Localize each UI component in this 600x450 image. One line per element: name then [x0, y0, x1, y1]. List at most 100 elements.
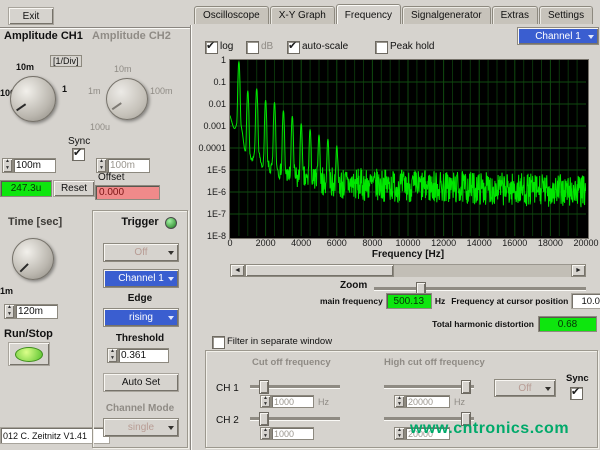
ch1-value-text: 100m: [13, 158, 56, 173]
ch1-cutoff-slider[interactable]: [250, 379, 340, 392]
offset-label: Offset: [98, 172, 125, 183]
x-axis-title: Frequency [Hz]: [230, 249, 586, 260]
thd-row: Total harmonic distortion 0.68: [432, 316, 597, 332]
amplitude-ch2-value[interactable]: ▲▼ 100m: [96, 158, 150, 173]
x-axis-tick-label: 8000: [352, 238, 392, 248]
amplitude-ch1-value[interactable]: ▲▼ 100m: [2, 158, 56, 173]
filter-separate-window-label: Filter in separate window: [227, 336, 332, 347]
ch1-cutoff-value[interactable]: ▲▼ 1000: [260, 395, 314, 408]
channel-mode-label: Channel Mode: [93, 403, 187, 414]
time-title: Time [sec]: [8, 216, 62, 228]
reset-button[interactable]: Reset: [53, 180, 95, 197]
channel-mode-dropdown[interactable]: single: [103, 418, 179, 437]
main-frequency-label: main frequency: [320, 296, 383, 306]
trigger-edge-dropdown[interactable]: rising: [103, 308, 179, 327]
main-frequency-unit: Hz: [435, 296, 445, 306]
x-axis-tick-label: 0: [210, 238, 250, 248]
scroll-left-arrow[interactable]: ◄: [230, 264, 245, 277]
run-stop-label: Run/Stop: [4, 328, 53, 340]
amplitude-ch2-knob[interactable]: [106, 78, 148, 120]
y-axis-tick-label: 1: [190, 55, 226, 65]
filter-mode-dropdown[interactable]: Off: [494, 379, 556, 397]
autoscale-checkbox[interactable]: [287, 41, 300, 54]
x-axis-tick-label: 16000: [495, 238, 535, 248]
tab-x-y-graph[interactable]: X-Y Graph: [270, 6, 335, 24]
spectrum-plot[interactable]: [230, 60, 586, 236]
amplitude-ch1-knob[interactable]: [10, 76, 56, 122]
threshold-value[interactable]: ▲▼ 0.361: [107, 348, 169, 363]
thd-field: 0.68: [538, 316, 597, 332]
time-knob[interactable]: [12, 238, 54, 280]
plot-scrollbar[interactable]: ◄ ►: [230, 264, 586, 277]
ch1-high-cutoff-text: 20000: [405, 395, 450, 408]
ch1-high-cutoff-slider[interactable]: [384, 379, 474, 392]
ch2-cutoff-slider-thumb[interactable]: [259, 412, 269, 426]
frequency-readout-row: main frequency 500.13 Hz Frequency at cu…: [320, 293, 598, 309]
edge-label: Edge: [93, 293, 187, 304]
x-axis-tick-label: 6000: [317, 238, 357, 248]
y-axis-tick-label: 0.1: [190, 77, 226, 87]
tab-signalgenerator[interactable]: Signalgenerator: [402, 6, 491, 24]
ch1-cutoff-text: 1000: [271, 395, 314, 408]
scrollbar-thumb[interactable]: [245, 264, 394, 277]
y-axis-tick-label: 0.0001: [190, 143, 226, 153]
auto-set-button[interactable]: Auto Set: [103, 373, 179, 392]
trigger-led: [165, 217, 177, 229]
y-axis-tick-label: 1E-6: [190, 187, 226, 197]
tab-oscilloscope[interactable]: Oscilloscope: [194, 6, 269, 24]
tab-frequency[interactable]: Frequency: [336, 4, 401, 24]
ch1-filter-label: CH 1: [216, 383, 239, 394]
x-axis-tick-label: 10000: [388, 238, 428, 248]
peak-hold-label: Peak hold: [390, 41, 434, 52]
y-axis-tick-label: 0.01: [190, 99, 226, 109]
exit-button[interactable]: Exit: [8, 7, 54, 25]
amplitude-ch2-title: Amplitude CH2: [92, 30, 171, 42]
trigger-source-dropdown[interactable]: Channel 1: [103, 269, 179, 288]
time-value[interactable]: ▲▼ 120m: [4, 304, 58, 319]
x-axis-tick-label: 2000: [246, 238, 286, 248]
ch1-cutoff-slider-thumb[interactable]: [259, 380, 269, 394]
trigger-group: Trigger Off Channel 1 Edge rising Thresh…: [92, 210, 188, 448]
y-axis-tick-label: 1E-7: [190, 209, 226, 219]
x-axis-tick-label: 4000: [281, 238, 321, 248]
ch1-high-cutoff-slider-thumb[interactable]: [461, 380, 471, 394]
ch2-filter-label: CH 2: [216, 415, 239, 426]
db-label: dB: [261, 41, 273, 52]
high-cutoff-header: High cut off frequency: [384, 357, 485, 368]
cutoff-header: Cut off frequency: [252, 357, 331, 368]
scrollbar-track[interactable]: [245, 264, 571, 277]
x-axis-tick-label: 20000: [566, 238, 600, 248]
autoscale-label: auto-scale: [302, 41, 348, 52]
thd-label: Total harmonic distortion: [432, 319, 534, 329]
run-stop-button[interactable]: [8, 342, 50, 366]
tab-extras[interactable]: Extras: [492, 6, 538, 24]
ch2-cutoff-slider[interactable]: [250, 411, 340, 424]
peak-hold-checkbox[interactable]: [375, 41, 388, 54]
sync-checkbox[interactable]: [72, 148, 85, 161]
time-value-text: 120m: [15, 304, 58, 319]
main-frequency-field: 500.13: [386, 293, 432, 309]
cursor-frequency-field[interactable]: 10.000k: [571, 293, 600, 309]
db-checkbox[interactable]: [246, 41, 259, 54]
time-tick-1m: 1m: [0, 286, 13, 296]
scroll-right-arrow[interactable]: ►: [571, 264, 586, 277]
filter-separate-window-checkbox[interactable]: [212, 336, 225, 349]
trigger-mode-dropdown[interactable]: Off: [103, 243, 179, 262]
log-checkbox[interactable]: [205, 41, 218, 54]
threshold-label: Threshold: [93, 333, 187, 344]
amplitude-ch1-title: Amplitude CH1: [4, 30, 83, 42]
ch2-cutoff-value[interactable]: ▲▼ 1000: [260, 427, 314, 440]
channel-select-button[interactable]: Channel 1: [517, 27, 599, 45]
cursor-frequency-label: Frequency at cursor position: [451, 296, 568, 306]
log-label: log: [220, 41, 233, 52]
ch2-tick-100u: 100u: [90, 122, 110, 132]
amplitude-unit-label: [1/Div]: [50, 55, 82, 67]
ch1-high-cutoff-value[interactable]: ▲▼ 20000: [394, 395, 450, 408]
y-axis-tick-label: 0.001: [190, 121, 226, 131]
ch2-value-text: 100m: [107, 158, 150, 173]
ch1-cutoff-unit: Hz: [318, 397, 329, 407]
ch1-tick-1: 1: [62, 84, 67, 94]
tab-settings[interactable]: Settings: [539, 6, 593, 24]
tab-bar: OscilloscopeX-Y GraphFrequencySignalgene…: [194, 3, 593, 24]
filter-sync-checkbox[interactable]: [570, 387, 583, 400]
